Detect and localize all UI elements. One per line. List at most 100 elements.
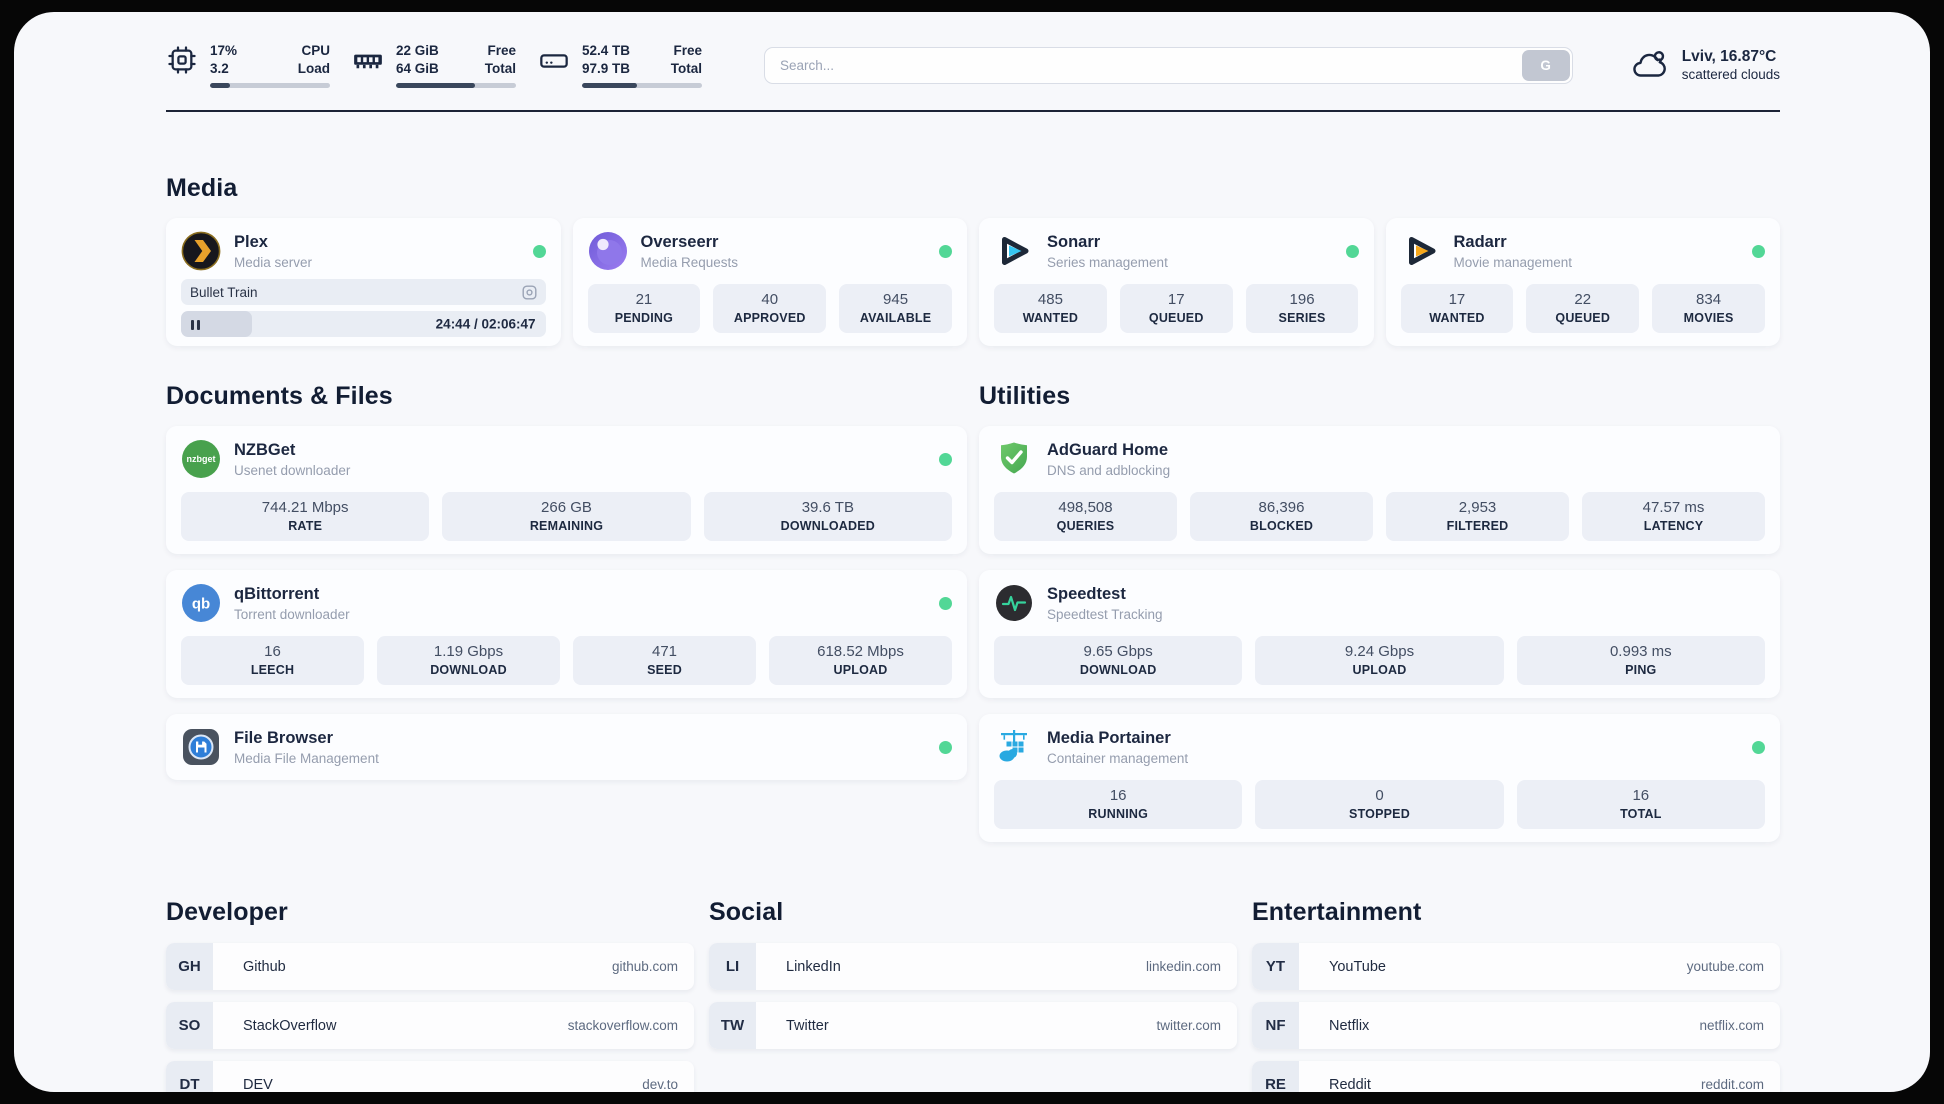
stat-queued: 17 QUEUED: [1119, 284, 1233, 334]
app-card-plex[interactable]: Plex Media server Bullet Train 24:44 / 0…: [166, 218, 561, 347]
stat-movies: 834 MOVIES: [1652, 284, 1765, 334]
weather-text: Lviv, 16.87°C scattered clouds: [1682, 48, 1780, 82]
app-subtitle: Media server: [234, 254, 313, 270]
media-card-grid: Plex Media server Bullet Train 24:44 / 0…: [166, 218, 1780, 347]
bookmark-twitter[interactable]: TW Twitter twitter.com: [709, 1002, 1237, 1050]
app-title: Plex: [234, 233, 268, 252]
stat-upload: 618.52 Mbps UPLOAD: [769, 636, 952, 686]
bookmark-url: linkedin.com: [1145, 959, 1221, 975]
app-subtitle: DNS and adblocking: [1047, 462, 1171, 478]
bookmark-github[interactable]: GH Github github.com: [166, 943, 694, 991]
bookmark-name: Github: [243, 958, 286, 975]
stat-queued: 22 QUEUED: [1526, 284, 1640, 334]
nzbget-icon: nzbget: [181, 439, 221, 479]
app-card-portainer[interactable]: Media Portainer Container management 16 R…: [979, 714, 1780, 843]
app-title: NZBGet: [234, 441, 296, 460]
bookmark-name: StackOverflow: [243, 1017, 337, 1034]
section-heading-developer: Developer: [166, 898, 288, 927]
overseerr-icon: [588, 231, 628, 271]
bookmark-youtube[interactable]: YT YouTube youtube.com: [1252, 943, 1780, 991]
weather-widget: Lviv, 16.87°C scattered clouds: [1631, 48, 1780, 82]
search-go-button[interactable]: G: [1521, 49, 1570, 81]
bookmark-url: stackoverflow.com: [567, 1018, 678, 1034]
app-title: Overseerr: [640, 233, 719, 252]
portainer-icon: [994, 727, 1034, 767]
stat-latency: 47.57 ms LATENCY: [1582, 492, 1765, 542]
weather-location-temp: Lviv, 16.87°C: [1681, 48, 1777, 66]
app-card-qbittorrent[interactable]: qb qBittorrent Torrent downloader 16 LEEC…: [166, 570, 967, 699]
middle-section: Documents & Files nzbget NZBGet Usenet d…: [166, 382, 1780, 843]
app-card-nzbget[interactable]: nzbget NZBGet Usenet downloader 744.21 M…: [166, 426, 967, 555]
search-input[interactable]: [764, 46, 1573, 84]
now-playing-row: Bullet Train: [181, 279, 546, 306]
bookmark-reddit[interactable]: RE Reddit reddit.com: [1252, 1061, 1780, 1092]
disk-values: 52.4 TB 97.9 TB: [582, 43, 631, 77]
stat-stopped: 0 STOPPED: [1255, 780, 1504, 830]
stat-download: 1.19 Gbps DOWNLOAD: [377, 636, 560, 686]
app-card-adguard[interactable]: AdGuard Home DNS and adblocking 498,508 Q…: [979, 426, 1780, 555]
ram-icon: [352, 44, 384, 76]
stat-wanted: 485 WANTED: [994, 284, 1107, 334]
header-divider: [166, 110, 1780, 113]
cloud-icon: [1631, 48, 1669, 82]
bookmark-name: Reddit: [1329, 1076, 1371, 1092]
bookmark-dev[interactable]: DT DEV dev.to: [166, 1061, 694, 1092]
app-title: Media Portainer: [1047, 729, 1171, 748]
app-subtitle: Usenet downloader: [234, 462, 351, 478]
app-card-filebrowser[interactable]: File Browser Media File Management: [166, 714, 967, 781]
stat-available: 945 AVAILABLE: [839, 284, 952, 334]
search-bar: G: [764, 46, 1573, 84]
pause-icon: [190, 318, 201, 331]
stat-wanted: 17 WANTED: [1400, 284, 1514, 334]
stat-pending: 21 PENDING: [587, 284, 701, 334]
status-dot: [1752, 740, 1765, 754]
playback-progress-fill: [181, 311, 253, 338]
app-card-radarr[interactable]: Radarr Movie management 17 WANTED 22 QUEUE…: [1385, 218, 1780, 347]
bookmark-url: youtube.com: [1686, 959, 1764, 975]
disk-labels: Free Total: [670, 43, 702, 77]
ram-usage-bar: [396, 83, 516, 89]
status-dot: [1345, 244, 1359, 258]
status-dot: [939, 244, 952, 258]
cpu-labels: CPU Load: [297, 43, 330, 77]
plex-icon: [181, 231, 221, 271]
bookmark-linkedin[interactable]: LI LinkedIn linkedin.com: [709, 943, 1237, 991]
app-card-overseerr[interactable]: Overseerr Media Requests 21 PENDING 40 APP…: [572, 218, 967, 347]
bookmark-abbr: RE: [1252, 1061, 1299, 1092]
bookmark-name: Twitter: [786, 1017, 829, 1034]
stat-leech: 16 LEECH: [181, 636, 364, 686]
stat-queries: 498,508 QUERIES: [994, 492, 1177, 542]
stat-blocked: 86,396 BLOCKED: [1190, 492, 1373, 542]
bookmark-url: netflix.com: [1699, 1018, 1764, 1034]
bookmark-name: DEV: [243, 1076, 273, 1092]
stat-total: 16 TOTAL: [1516, 780, 1765, 830]
status-dot: [939, 452, 952, 466]
app-subtitle: Media File Management: [234, 750, 379, 766]
adguard-icon: [994, 439, 1034, 479]
bookmark-url: reddit.com: [1700, 1077, 1764, 1092]
bookmark-abbr: YT: [1252, 943, 1299, 991]
ram-values: 22 GiB 64 GiB: [396, 43, 439, 77]
stat-seed: 471 SEED: [573, 636, 756, 686]
section-heading-entertainment: Entertainment: [1252, 898, 1422, 927]
app-card-speedtest[interactable]: Speedtest Speedtest Tracking 9.65 Gbps DO…: [979, 570, 1780, 699]
app-subtitle: Media Requests: [640, 254, 739, 270]
bookmark-stackoverflow[interactable]: SO StackOverflow stackoverflow.com: [166, 1002, 694, 1050]
bookmark-netflix[interactable]: NF Netflix netflix.com: [1252, 1002, 1780, 1050]
app-title: Sonarr: [1047, 233, 1101, 252]
dashboard-page: 17% 3.2 CPU Load 22 GiB 64 GiB Free Tota…: [14, 12, 1930, 1092]
bookmark-abbr: NF: [1252, 1002, 1299, 1050]
qbittorrent-icon: qb: [181, 583, 221, 623]
stat-upload: 9.24 Gbps UPLOAD: [1255, 636, 1504, 686]
app-card-sonarr[interactable]: Sonarr Series management 485 WANTED 17 QUE…: [979, 218, 1374, 347]
movie-icon: [522, 285, 537, 300]
cpu-values: 17% 3.2: [210, 43, 238, 77]
status-dot: [939, 596, 952, 610]
stat-approved: 40 APPROVED: [713, 284, 827, 334]
app-title: Radarr: [1453, 233, 1507, 252]
developer-column: Developer GH Github github.com SO StackO…: [166, 898, 694, 1092]
cpu-usage-bar: [210, 83, 330, 89]
playback-time: 24:44 / 02:06:47: [435, 316, 536, 332]
social-column: Social LI LinkedIn linkedin.com TW Twitt…: [709, 898, 1237, 1092]
app-subtitle: Speedtest Tracking: [1047, 606, 1163, 622]
